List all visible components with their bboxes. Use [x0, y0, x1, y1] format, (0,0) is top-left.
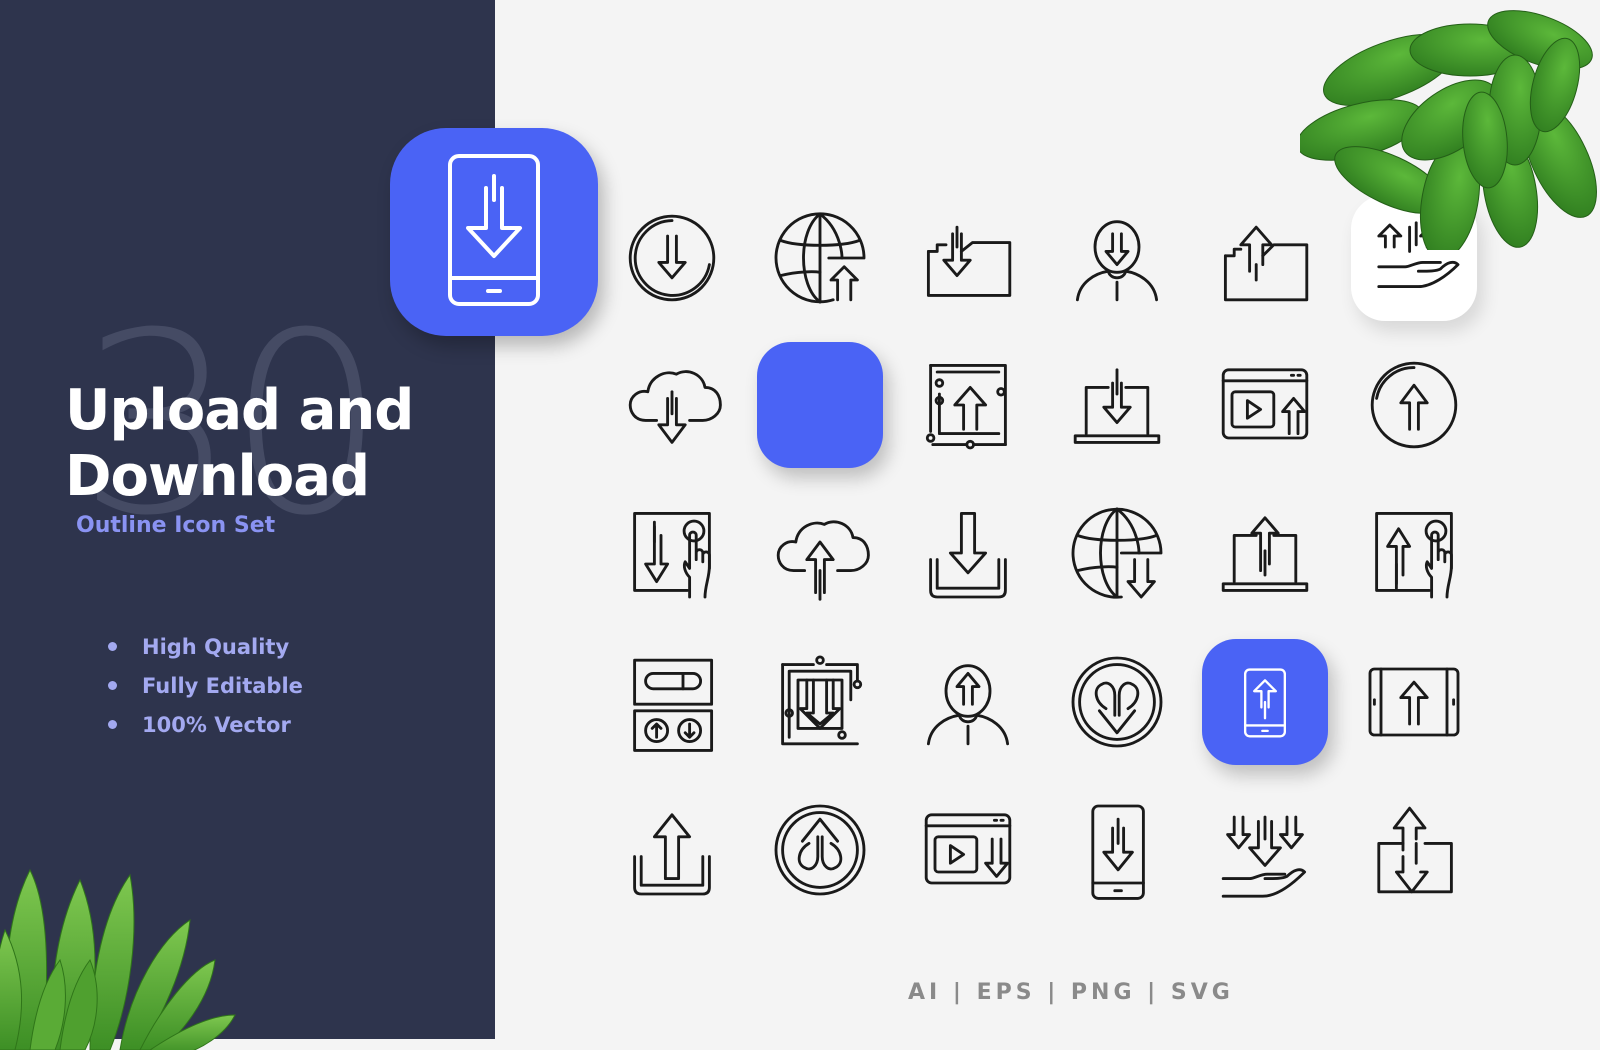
bullet-icon — [108, 720, 117, 729]
transfer-device-icon — [617, 647, 727, 757]
hero-icon-tile — [390, 128, 598, 336]
smartphone-upload-icon — [1210, 647, 1320, 757]
plant-decoration-top-right — [1300, 10, 1597, 250]
file-formats: AI | EPS | PNG | SVG — [908, 980, 1234, 1005]
plant-decoration-bottom-left — [0, 868, 236, 1050]
circle-upload-icon — [1359, 350, 1469, 460]
feature-item: Fully Editable — [108, 666, 303, 705]
folder-download-icon — [913, 203, 1023, 313]
feature-item: 100% Vector — [108, 705, 303, 744]
round-upload-icon — [765, 795, 875, 905]
user-download-icon — [1062, 203, 1172, 313]
cloud-download-icon — [617, 350, 727, 460]
circuit-upload-icon — [913, 350, 1023, 460]
tablet-upload-icon — [1359, 647, 1469, 757]
laptop-download-icon — [1062, 350, 1172, 460]
feature-item: High Quality — [108, 627, 303, 666]
smartphone-download-icon — [448, 154, 540, 306]
globe-upload-icon — [765, 203, 875, 313]
tray-upload-icon — [617, 795, 727, 905]
laptop-upload-icon — [1210, 498, 1320, 608]
box-upload-download-icon — [1359, 795, 1469, 905]
feature-label: High Quality — [142, 634, 290, 659]
feature-label: 100% Vector — [142, 712, 291, 737]
subtitle: Outline Icon Set — [76, 513, 276, 538]
cloud-upload-icon — [765, 498, 875, 608]
user-upload-icon — [913, 647, 1023, 757]
circuit-download-icon — [765, 647, 875, 757]
round-download-icon — [1062, 647, 1172, 757]
bullet-icon — [108, 642, 117, 651]
tablet-download-icon — [765, 350, 875, 460]
video-upload-icon — [1210, 350, 1320, 460]
touch-download-icon — [617, 498, 727, 608]
video-download-icon — [913, 795, 1023, 905]
circle-download-icon — [617, 203, 727, 313]
bullet-icon — [108, 681, 117, 690]
feature-list: High Quality Fully Editable 100% Vector — [108, 627, 303, 744]
smartphone-download-icon — [1062, 795, 1172, 905]
title-line-2: Download — [65, 444, 370, 509]
globe-download-icon — [1062, 498, 1172, 608]
hand-download-icon — [1210, 795, 1320, 905]
tray-download-icon — [913, 498, 1023, 608]
page-title: Upload and Download — [65, 378, 414, 510]
title-line-1: Upload and — [65, 378, 414, 443]
touch-upload-icon — [1359, 498, 1469, 608]
feature-label: Fully Editable — [142, 673, 303, 698]
